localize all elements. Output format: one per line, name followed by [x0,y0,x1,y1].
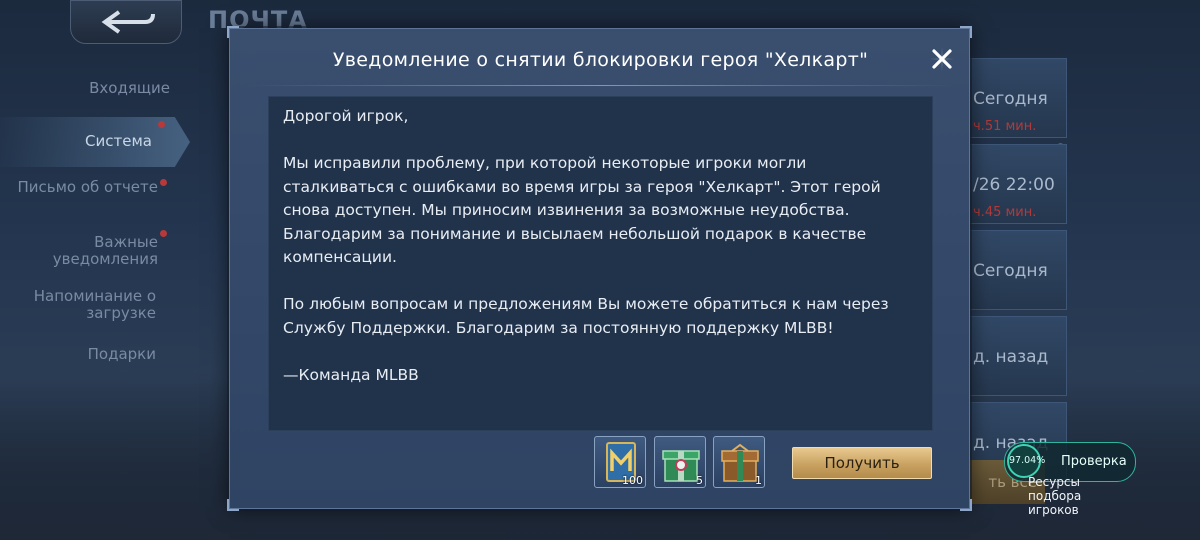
reward-count: 100 [622,474,643,487]
sidebar-item-label: Подарки [87,345,156,363]
check-description: Ресурсы подбора игроков [1028,475,1082,517]
reward-item[interactable]: 1 [713,436,765,488]
message-body: Дорогой игрок, Мы исправили проблему, пр… [268,96,933,431]
list-item[interactable]: Сегодня ч.51 мин. [960,58,1067,150]
sidebar-item-report[interactable]: Письмо об отчете [0,179,158,196]
frame-corner [227,26,239,38]
mail-expiry: ч.51 мин. [973,119,1037,134]
mail-date: /26 22:00 [973,175,1055,195]
reward-item[interactable]: 100 [594,436,646,488]
check-label: Проверка [1061,454,1127,469]
unblock-notice-dialog: Уведомление о снятии блокировки героя "Х… [227,26,972,511]
sidebar-item-inbox[interactable]: Входящие [0,80,170,97]
back-button[interactable] [70,0,182,44]
sidebar-item-label: Напоминание о загрузке [33,287,156,322]
mail-date: Сегодня [973,89,1048,109]
list-item[interactable]: /26 22:00 ч.45 мин. [960,144,1067,224]
claim-button[interactable]: Получить [792,447,932,479]
sidebar-item-label: Входящие [89,79,170,97]
sidebar-item-label: Письмо об отчете [17,178,158,196]
close-icon [930,47,954,71]
sidebar-item-gifts[interactable]: Подарки [0,346,156,363]
mail-date: д. назад [973,347,1049,367]
title-divider [248,85,953,86]
mail-date: Сегодня [973,261,1048,281]
sidebar-item-important[interactable]: Важные уведомления [0,234,158,268]
sidebar-item-system[interactable]: Система [0,117,190,167]
check-progress: 97.04% [1007,444,1045,478]
message-text: Дорогой игрок, Мы исправили проблему, пр… [283,107,889,384]
reward-count: 5 [696,474,703,487]
notification-dot [160,230,167,237]
back-arrow-icon [101,10,155,34]
frame-corner [227,499,239,511]
sidebar-item-download-reminder[interactable]: Напоминание о загрузке [0,288,156,322]
frame-corner [960,499,972,511]
frame-corner [960,26,972,38]
notification-dot [160,179,167,186]
mail-expiry: ч.45 мин. [973,205,1037,220]
sidebar-item-label: Важные уведомления [52,233,158,268]
sidebar-item-label: Система [85,132,152,150]
close-button[interactable] [926,43,958,75]
list-item[interactable]: д. назад [960,316,1067,396]
dialog-title: Уведомление о снятии блокировки героя "Х… [332,49,869,71]
reward-count: 1 [755,474,762,487]
notification-dot [158,121,165,128]
list-item[interactable]: Сегодня [960,230,1067,310]
reward-item[interactable]: 5 [654,436,706,488]
